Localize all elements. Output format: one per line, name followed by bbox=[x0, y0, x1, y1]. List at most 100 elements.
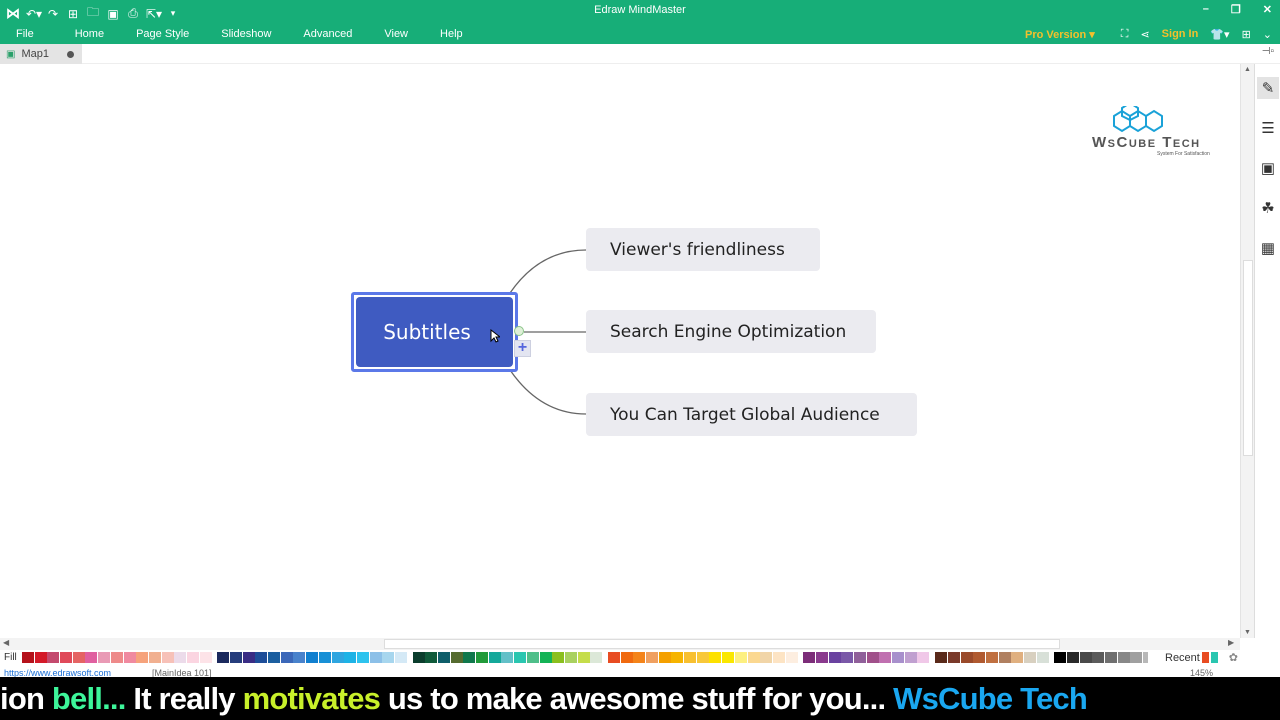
outline-icon[interactable]: ☰ bbox=[1257, 117, 1279, 139]
branch-node-1[interactable]: Viewer's friendliness bbox=[586, 228, 820, 271]
website-link[interactable]: https://www.edrawsoft.com bbox=[4, 668, 111, 677]
color-swatch[interactable] bbox=[1023, 652, 1036, 663]
color-swatch[interactable] bbox=[1079, 652, 1092, 663]
color-swatch[interactable] bbox=[22, 652, 34, 663]
color-swatch[interactable] bbox=[331, 652, 344, 663]
color-swatch[interactable] bbox=[841, 652, 854, 663]
color-swatch[interactable] bbox=[306, 652, 319, 663]
color-swatch[interactable] bbox=[772, 652, 785, 663]
color-swatch[interactable] bbox=[866, 652, 879, 663]
color-swatch[interactable] bbox=[760, 652, 773, 663]
color-swatch[interactable] bbox=[123, 652, 136, 663]
color-swatch[interactable] bbox=[242, 652, 255, 663]
color-swatch[interactable] bbox=[1117, 652, 1130, 663]
color-swatch[interactable] bbox=[917, 652, 930, 663]
color-swatch[interactable] bbox=[646, 652, 658, 663]
color-swatch[interactable] bbox=[854, 652, 866, 663]
color-swatch[interactable] bbox=[577, 652, 590, 663]
color-swatch[interactable] bbox=[230, 652, 242, 663]
color-swatch[interactable] bbox=[1130, 652, 1143, 663]
scroll-up-arrow[interactable]: ▲ bbox=[1244, 66, 1251, 73]
collapse-branch-button[interactable] bbox=[514, 326, 524, 336]
color-swatch[interactable] bbox=[590, 652, 603, 663]
color-swatch[interactable] bbox=[34, 652, 47, 663]
menu-view[interactable]: View bbox=[368, 28, 424, 40]
color-swatch[interactable] bbox=[255, 652, 268, 663]
color-swatch[interactable] bbox=[539, 652, 552, 663]
apps-icon[interactable]: ⊞ bbox=[1242, 28, 1251, 41]
color-swatch[interactable] bbox=[1105, 652, 1118, 663]
color-swatch[interactable] bbox=[344, 652, 357, 663]
clipart-icon[interactable]: ☘ bbox=[1257, 197, 1279, 219]
color-swatch[interactable] bbox=[318, 652, 331, 663]
menu-page-style[interactable]: Page Style bbox=[120, 28, 205, 40]
color-swatch[interactable] bbox=[696, 652, 709, 663]
color-swatch[interactable] bbox=[998, 652, 1011, 663]
horizontal-scrollbar[interactable]: ◀ ▶ bbox=[0, 638, 1240, 650]
menu-advanced[interactable]: Advanced bbox=[287, 28, 368, 40]
add-subtopic-button[interactable]: + bbox=[514, 340, 531, 357]
restore-button[interactable]: ❐ bbox=[1231, 3, 1241, 16]
menu-file[interactable]: File bbox=[0, 28, 50, 40]
color-swatch[interactable] bbox=[148, 652, 161, 663]
menu-slideshow[interactable]: Slideshow bbox=[205, 28, 287, 40]
color-swatch[interactable] bbox=[476, 652, 489, 663]
color-swatch[interactable] bbox=[450, 652, 463, 663]
horizontal-scroll-thumb[interactable] bbox=[384, 639, 1060, 649]
format-icon[interactable]: ✎ bbox=[1257, 77, 1279, 99]
color-swatch[interactable] bbox=[709, 652, 722, 663]
menu-home[interactable]: Home bbox=[50, 28, 120, 40]
color-swatch[interactable] bbox=[935, 652, 948, 663]
close-button[interactable]: ✕ bbox=[1263, 3, 1272, 16]
color-swatch[interactable] bbox=[438, 652, 450, 663]
color-swatch[interactable] bbox=[803, 652, 816, 663]
color-swatch[interactable] bbox=[412, 652, 425, 663]
color-swatch[interactable] bbox=[463, 652, 476, 663]
color-swatch[interactable] bbox=[98, 652, 111, 663]
color-swatch[interactable] bbox=[892, 652, 905, 663]
color-swatch[interactable] bbox=[382, 652, 395, 663]
color-swatch[interactable] bbox=[947, 652, 960, 663]
scroll-right-arrow[interactable]: ▶ bbox=[1228, 638, 1234, 647]
color-swatch[interactable] bbox=[904, 652, 917, 663]
color-swatch[interactable] bbox=[280, 652, 293, 663]
color-swatch[interactable] bbox=[985, 652, 998, 663]
tab-map1[interactable]: ▣ Map1 bbox=[0, 44, 82, 64]
color-swatch[interactable] bbox=[607, 652, 620, 663]
zoom-level[interactable]: 145% bbox=[1190, 668, 1213, 677]
color-swatch[interactable] bbox=[47, 652, 60, 663]
color-swatch[interactable] bbox=[747, 652, 760, 663]
color-swatch[interactable] bbox=[356, 652, 369, 663]
menu-help[interactable]: Help bbox=[424, 28, 479, 40]
color-swatch[interactable] bbox=[828, 652, 841, 663]
color-swatch[interactable] bbox=[110, 652, 123, 663]
color-swatch[interactable] bbox=[217, 652, 230, 663]
color-swatch[interactable] bbox=[293, 652, 306, 663]
recent-swatch[interactable] bbox=[1211, 652, 1219, 663]
color-swatch[interactable] bbox=[199, 652, 212, 663]
collapse-ribbon-icon[interactable]: ⌄ bbox=[1263, 28, 1272, 41]
minimize-button[interactable]: – bbox=[1203, 3, 1209, 16]
color-swatch[interactable] bbox=[1054, 652, 1067, 663]
color-swatch[interactable] bbox=[488, 652, 501, 663]
color-swatch[interactable] bbox=[85, 652, 98, 663]
branch-node-2[interactable]: Search Engine Optimization bbox=[586, 310, 876, 353]
color-swatch[interactable] bbox=[620, 652, 633, 663]
color-swatch[interactable] bbox=[268, 652, 281, 663]
color-swatch[interactable] bbox=[186, 652, 199, 663]
color-swatch[interactable] bbox=[671, 652, 684, 663]
color-swatch[interactable] bbox=[394, 652, 407, 663]
color-swatch[interactable] bbox=[879, 652, 892, 663]
branch-node-3[interactable]: You Can Target Global Audience bbox=[586, 393, 917, 436]
color-swatch[interactable] bbox=[1036, 652, 1049, 663]
color-swatch[interactable] bbox=[734, 652, 747, 663]
color-swatch[interactable] bbox=[72, 652, 85, 663]
color-swatch[interactable] bbox=[501, 652, 514, 663]
scroll-down-arrow[interactable]: ▼ bbox=[1244, 629, 1251, 636]
vertical-scrollbar[interactable]: ▲ ▼ bbox=[1240, 64, 1254, 638]
recent-swatch[interactable] bbox=[1201, 652, 1209, 663]
color-swatch[interactable] bbox=[815, 652, 828, 663]
pin-icon[interactable]: ⊣▫ bbox=[1262, 46, 1274, 57]
mark-icon[interactable]: ▣ bbox=[1257, 157, 1279, 179]
color-swatch[interactable] bbox=[564, 652, 577, 663]
